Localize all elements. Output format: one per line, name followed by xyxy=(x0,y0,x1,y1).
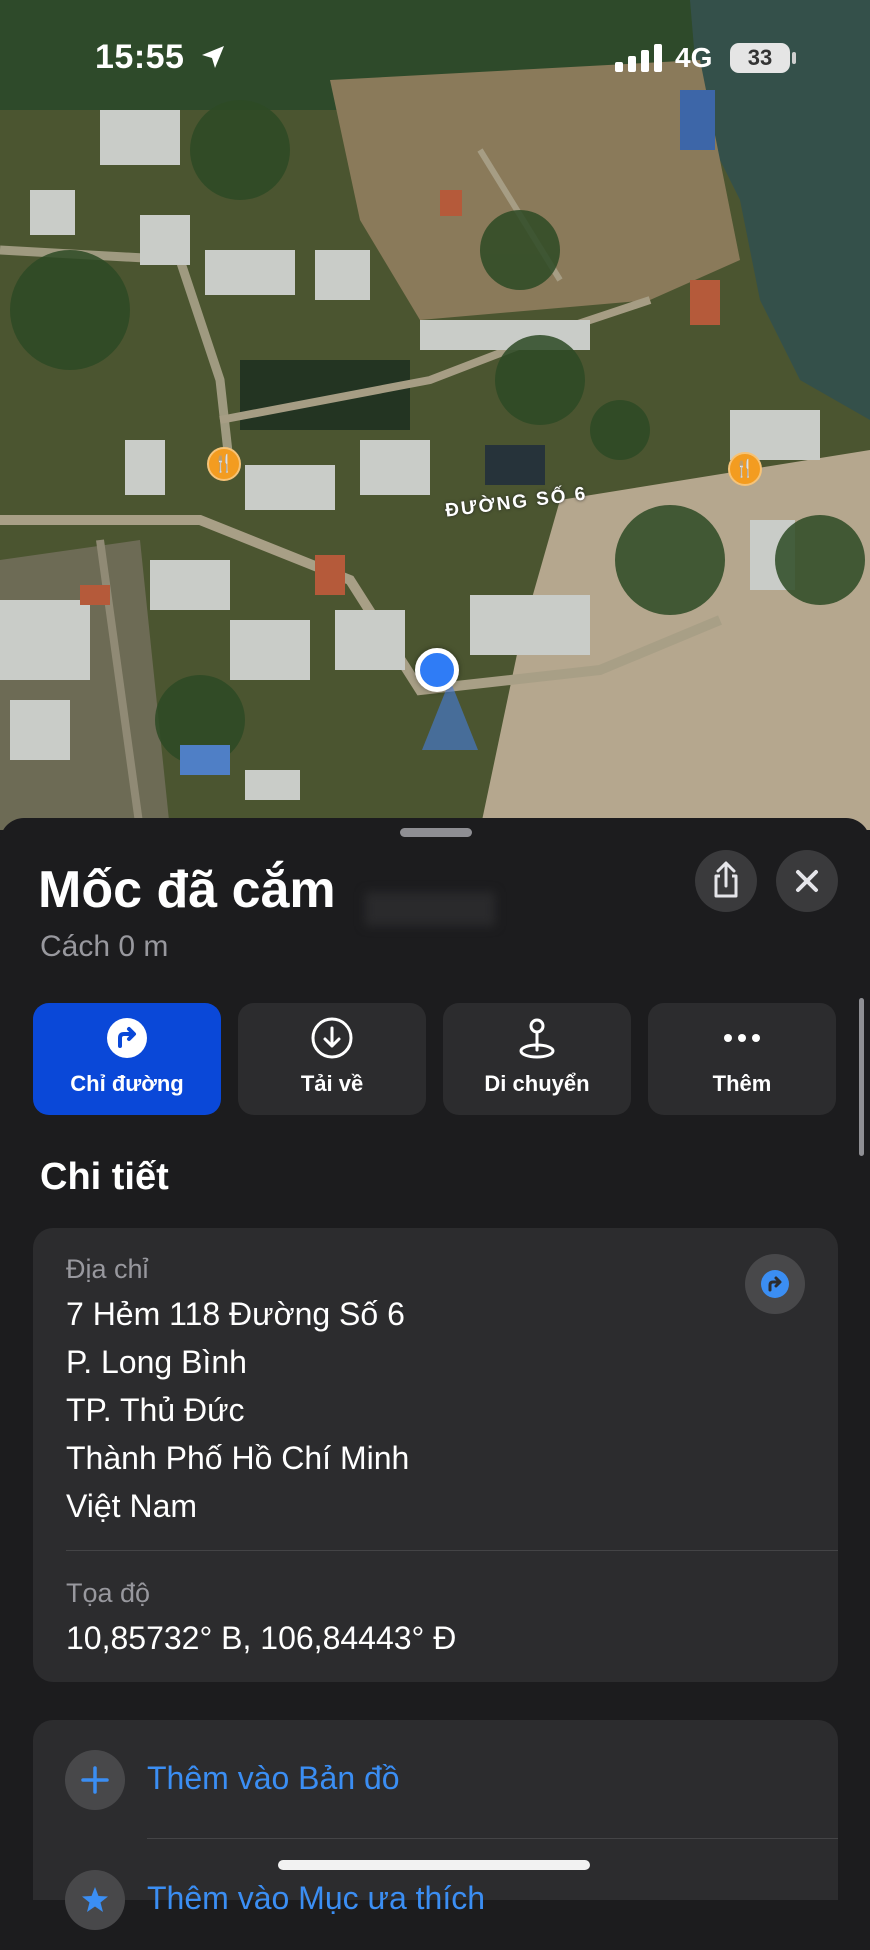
battery-icon: 33 xyxy=(730,43,790,73)
redacted-area xyxy=(365,892,495,926)
add-to-favorites-label: Thêm vào Mục ưa thích xyxy=(147,1880,485,1916)
coordinates-value[interactable]: 10,85732° B, 106,84443° Đ xyxy=(66,1620,456,1657)
details-heading: Chi tiết xyxy=(40,1156,169,1198)
address-line[interactable]: Thành Phố Hồ Chí Minh xyxy=(66,1440,409,1477)
directions-icon xyxy=(761,1270,789,1298)
directions-icon xyxy=(107,1018,147,1058)
address-line[interactable]: 7 Hẻm 118 Đường Số 6 xyxy=(66,1296,405,1333)
add-to-map-label: Thêm vào Bản đồ xyxy=(147,1760,400,1796)
move-pin-icon xyxy=(519,1018,555,1059)
coordinates-label: Tọa độ xyxy=(66,1578,151,1608)
actions-list: Thêm vào Bản đồ Thêm vào Mục ưa thích xyxy=(33,1720,838,1930)
download-icon xyxy=(311,1017,353,1059)
plus-icon xyxy=(65,1750,125,1810)
status-bar: 15:55 4G 33 xyxy=(0,0,870,120)
details-card: Địa chỉ 7 Hẻm 118 Đường Số 6 P. Long Bìn… xyxy=(33,1228,838,1682)
current-location-dot[interactable] xyxy=(415,648,459,692)
share-icon xyxy=(714,861,738,898)
address-line[interactable]: TP. Thủ Đức xyxy=(66,1392,245,1429)
location-arrow-icon xyxy=(202,46,224,68)
close-icon xyxy=(796,870,818,892)
place-title: Mốc đã cắm xyxy=(38,861,336,919)
download-label: Tải về xyxy=(300,1071,364,1096)
add-to-favorites-row[interactable]: Thêm vào Mục ưa thích xyxy=(33,1840,838,1950)
share-button[interactable] xyxy=(695,850,757,912)
cellular-signal-icon xyxy=(615,44,662,72)
list-divider xyxy=(147,1838,838,1839)
close-button[interactable] xyxy=(776,850,838,912)
address-directions-button[interactable] xyxy=(745,1254,805,1314)
directions-label: Chỉ đường xyxy=(70,1071,184,1096)
download-button[interactable]: Tải về xyxy=(238,1003,426,1115)
network-type: 4G xyxy=(675,42,713,73)
place-distance: Cách 0 m xyxy=(40,930,169,963)
card-divider xyxy=(66,1550,838,1551)
address-line[interactable]: P. Long Bình xyxy=(66,1344,247,1381)
restaurant-icon[interactable]: 🍴 xyxy=(728,452,762,486)
scrollbar[interactable] xyxy=(859,998,864,1156)
move-button[interactable]: Di chuyển xyxy=(443,1003,631,1115)
directions-button[interactable]: Chỉ đường xyxy=(33,1003,221,1115)
battery-cap xyxy=(792,52,796,64)
status-time: 15:55 xyxy=(95,38,185,76)
satellite-map[interactable]: ĐƯỜNG SỐ 6 🍴 🍴 xyxy=(0,0,870,830)
action-buttons: Chỉ đường Tải về Di chuyển Thêm xyxy=(33,1003,838,1115)
sheet-grabber[interactable] xyxy=(400,828,472,837)
place-sheet: Mốc đã cắm Cách 0 m Chỉ đường Tải về Di … xyxy=(0,818,870,1930)
address-line[interactable]: Việt Nam xyxy=(66,1488,197,1525)
home-indicator[interactable] xyxy=(278,1860,590,1870)
more-button[interactable]: Thêm xyxy=(648,1003,836,1115)
address-label: Địa chỉ xyxy=(66,1254,149,1284)
more-label: Thêm xyxy=(712,1071,772,1096)
star-icon xyxy=(65,1870,125,1930)
more-icon xyxy=(724,1034,760,1042)
move-label: Di chuyển xyxy=(484,1071,590,1096)
add-to-map-row[interactable]: Thêm vào Bản đồ xyxy=(33,1720,838,1830)
restaurant-icon[interactable]: 🍴 xyxy=(207,447,241,481)
